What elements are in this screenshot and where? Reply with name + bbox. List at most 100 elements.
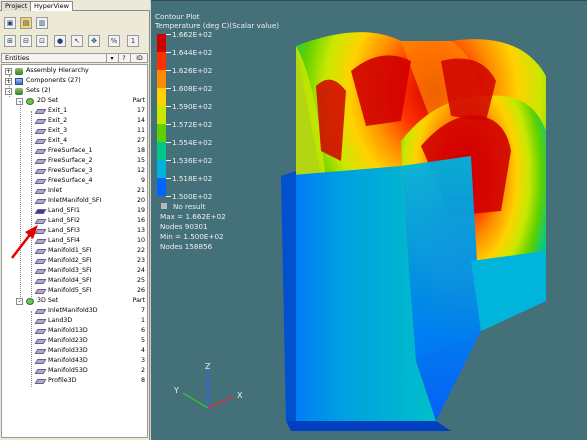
legend-tick (166, 160, 171, 161)
legend-swatch (157, 52, 166, 70)
tree-item-2d-set-label: 2D Set (37, 97, 59, 104)
tree-item-manifold13d-label: Manifold13D (48, 327, 88, 334)
sphere-icon[interactable]: ● (54, 35, 66, 47)
tree-item-sets[interactable]: - Sets (2) (2, 86, 147, 96)
tree-item-manifold13d[interactable]: Manifold13D 6 (2, 326, 147, 336)
legend-value: 1.572E+02 (172, 120, 213, 129)
tree-item-manifold5-sfi-id: 26 (136, 287, 145, 294)
tree-item-manifold23d-id: 5 (140, 337, 145, 344)
tree-item-exit-3[interactable]: Exit_3 11 (2, 126, 147, 136)
legend-no-result: No result (161, 202, 205, 211)
tree-item-manifold33d-id: 4 (140, 347, 145, 354)
tree-icon[interactable]: ⊟ (20, 35, 32, 47)
tree-item-freesurface-3[interactable]: FreeSurface_3 12 (2, 166, 147, 176)
legend-tick (166, 142, 171, 143)
component-icon (34, 349, 47, 354)
component-icon (34, 139, 47, 144)
tree-item-freesurface-2[interactable]: FreeSurface_2 15 (2, 156, 147, 166)
tree-item-freesurface-1[interactable]: FreeSurface_1 18 (2, 146, 147, 156)
tree-item-manifold2-sfi-label: Manifold2_SFI (48, 257, 92, 264)
component-icon (34, 169, 47, 174)
tree-item-freesurface-1-id: 18 (136, 147, 145, 154)
tree-item-manifold53d-id: 2 (140, 367, 145, 374)
tree-item-inletmanifold-sfi-id: 20 (136, 197, 145, 204)
tab-project[interactable]: Project (1, 1, 32, 11)
help-icon[interactable]: ? (118, 54, 129, 63)
tree-item-manifold53d[interactable]: Manifold53D 2 (2, 366, 147, 376)
tree-item-manifold5-sfi[interactable]: Manifold5_SFI 26 (2, 286, 147, 296)
legend-max-line: Max = 1.662E+02 (160, 212, 226, 221)
tree-item-manifold4-sfi[interactable]: Manifold4_SFI 25 (2, 276, 147, 286)
tree-item-manifold23d[interactable]: Manifold23D 5 (2, 336, 147, 346)
tree-item-assembly-label: Assembly Hierarchy (26, 67, 89, 74)
tree-item-exit-1[interactable]: Exit_1 17 (2, 106, 147, 116)
component-icon (34, 109, 47, 114)
legend-value: 1.518E+02 (172, 174, 213, 183)
percent-icon[interactable]: % (108, 35, 120, 47)
move-icon[interactable]: ✥ (88, 35, 100, 47)
show-icon[interactable]: ▥ (36, 17, 48, 29)
tree-item-freesurface-4[interactable]: FreeSurface_4 9 (2, 176, 147, 186)
tree-item-exit-3-id: 11 (136, 127, 145, 134)
tree-item-land-sfi2-id: 16 (136, 217, 145, 224)
graph-icon[interactable]: ⊞ (4, 35, 16, 47)
tree-item-manifold1-sfi-label: Manifold1_SFI (48, 247, 92, 254)
legend-tick (166, 88, 171, 89)
component-icon (34, 319, 47, 324)
red-arrow-annotation (11, 225, 38, 259)
tree-item-land-sfi1[interactable]: Land_SFI1 19 (2, 206, 147, 216)
tree-item-inletmanifold-sfi[interactable]: InletManifold_SFI 20 (2, 196, 147, 206)
cursor-icon[interactable]: ↖ (71, 35, 83, 47)
expand-icon[interactable]: + (5, 68, 12, 75)
tree-item-components[interactable]: + Components (27) (2, 76, 147, 86)
axis-triad: Z X Y (173, 362, 243, 409)
tree-item-land3d-id: 1 (140, 317, 145, 324)
select-icon[interactable]: ▣ (4, 17, 16, 29)
tab-hyperview[interactable]: HyperView (30, 1, 73, 11)
legend-tick (166, 178, 171, 179)
legend-value: 1.608E+02 (172, 84, 213, 93)
tree-item-manifold3-sfi[interactable]: Manifold3_SFI 24 (2, 266, 147, 276)
tree-guide-line (31, 111, 32, 297)
contour-legend: Contour Plot Temperature (deg C)(Scalar … (155, 12, 279, 251)
tree-item-manifold33d[interactable]: Manifold33D 4 (2, 346, 147, 356)
tree-item-manifold43d-id: 3 (140, 357, 145, 364)
id-column-header[interactable]: ID (130, 54, 148, 63)
component-icon (34, 279, 47, 284)
tree-item-manifold13d-id: 6 (140, 327, 145, 334)
component-icon (34, 329, 47, 334)
tree-item-manifold43d[interactable]: Manifold43D 3 (2, 356, 147, 366)
tree-item-manifold3-sfi-label: Manifold3_SFI (48, 267, 92, 274)
tree-item-3d-set[interactable]: -3D Set Part (2, 296, 147, 306)
isolate-icon[interactable]: ▤ (20, 17, 32, 29)
tree-item-profile3d-label: Profile3D (48, 377, 77, 384)
tree-item-inletmanifold3d[interactable]: InletManifold3D 7 (2, 306, 147, 316)
tree-item-land-sfi1-label: Land_SFI1 (48, 207, 80, 214)
tree-item-2d-set-id: Part (132, 97, 145, 104)
component-icon (34, 269, 47, 274)
one-icon[interactable]: 1 (127, 35, 139, 47)
legend-value: 1.590E+02 (172, 102, 213, 111)
legend-scale: 1.662E+02 1.644E+02 1.626E+02 1.608E+02 1.59… (155, 30, 255, 251)
tree-item-freesurface-4-label: FreeSurface_4 (48, 177, 93, 184)
no-result-swatch (161, 203, 167, 209)
set-icon (26, 98, 34, 105)
filter-icon[interactable]: ▾ (106, 54, 117, 63)
tree-item-2d-set[interactable]: -2D Set Part (2, 96, 147, 106)
tree-item-manifold23d-label: Manifold23D (48, 337, 88, 344)
legend-swatch (157, 142, 166, 160)
tree-item-exit-2[interactable]: Exit_2 14 (2, 116, 147, 126)
tree-item-exit-4-id: 27 (136, 137, 145, 144)
legend-swatch (157, 178, 166, 196)
graphics-viewport[interactable]: Contour Plot Temperature (deg C)(Scalar … (151, 0, 587, 440)
tree-item-assembly[interactable]: + Assembly Hierarchy (2, 66, 147, 76)
set-icon (26, 298, 34, 305)
tree-item-profile3d[interactable]: Profile3D 8 (2, 376, 147, 386)
component-icon (34, 129, 47, 134)
tree-item-inlet[interactable]: Inlet 21 (2, 186, 147, 196)
tree-item-land-sfi3-label: Land_SFI3 (48, 227, 80, 234)
tree-item-land3d[interactable]: Land3D 1 (2, 316, 147, 326)
tree-item-exit-4[interactable]: Exit_4 27 (2, 136, 147, 146)
component-icon (34, 179, 47, 184)
expand-icon[interactable]: ⊡ (36, 35, 48, 47)
